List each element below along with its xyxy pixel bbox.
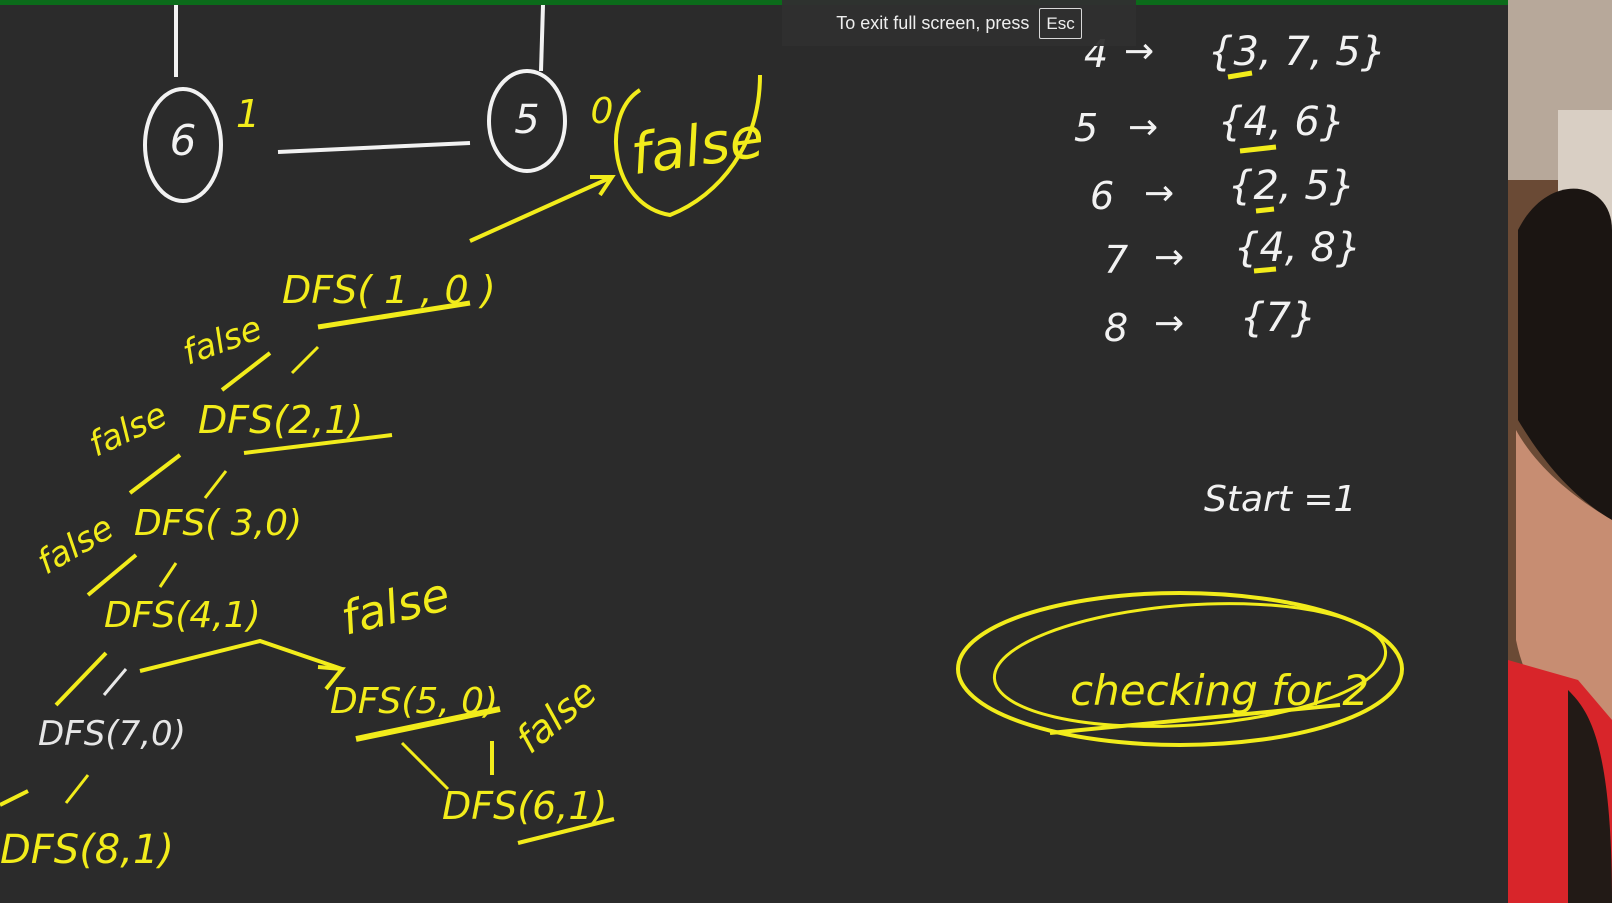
dfs-call-4-1: DFS(4,1) <box>104 595 261 636</box>
dfs-call-3-0: DFS( 3,0) <box>134 503 302 544</box>
edge-line <box>539 5 545 72</box>
graph-node-6: 6 1 <box>143 87 260 203</box>
return-note: false <box>336 567 455 646</box>
dfs-call-7-0: DFS(7,0) <box>38 714 186 754</box>
return-arrow <box>0 789 29 807</box>
arrow-icon: → <box>1144 173 1174 214</box>
checking-for-2-note: checking for 2 <box>956 591 1404 747</box>
arrow-icon: → <box>1128 107 1158 148</box>
result-false-circled: false <box>614 74 768 218</box>
arrow-icon: → <box>1154 237 1184 278</box>
call-edge <box>290 345 320 375</box>
return-note: false <box>508 670 606 762</box>
node-label: 5 <box>514 97 539 143</box>
webcam-overlay <box>1508 0 1612 903</box>
return-arrow <box>86 553 138 597</box>
edge-6-5 <box>277 141 471 154</box>
highlight-mark <box>1239 144 1277 154</box>
adj-node: 5 <box>1074 106 1098 150</box>
adj-neighbors: {4, 8} <box>1234 225 1361 271</box>
call-edge <box>400 741 450 791</box>
whiteboard-drawing: 6 1 5 0 false DFS( 1 , 0 ) false DFS(2,1… <box>0 5 1404 873</box>
return-arrow <box>128 453 182 495</box>
call-edge <box>158 562 178 588</box>
whiteboard-canvas: 6 1 5 0 false DFS( 1 , 0 ) false DFS(2,1… <box>0 5 1508 903</box>
adj-neighbors: {7} <box>1240 295 1316 341</box>
node-color-tag: 0 <box>591 91 614 132</box>
return-note: false <box>31 508 121 583</box>
arrow-icon: → <box>1154 303 1184 344</box>
adj-neighbors: {4, 6} <box>1218 99 1345 145</box>
adjacency-list: 4 → {3, 7, 5} 5 → {4, 6} 6 → {2, 5} 7 → … <box>1074 29 1386 350</box>
call-edge <box>203 470 228 499</box>
call-arrow-to-5 <box>139 638 343 673</box>
return-note: false <box>83 395 173 465</box>
node-color-tag: 1 <box>236 92 260 136</box>
adj-node: 6 <box>1090 174 1114 218</box>
call-edge <box>64 774 90 804</box>
return-arrow <box>54 651 108 707</box>
dfs-call-8-1: DFS(8,1) <box>0 827 174 873</box>
toast-message: To exit full screen, press <box>836 12 1030 33</box>
adj-node: 8 <box>1104 306 1128 350</box>
node-label: 6 <box>170 116 197 165</box>
call-edge <box>102 668 128 696</box>
false-label: false <box>627 105 768 188</box>
highlight-mark <box>1253 266 1277 274</box>
adj-neighbors: {3, 7, 5} <box>1208 29 1386 75</box>
adj-node: 7 <box>1104 238 1128 282</box>
dfs-call-2-1: DFS(2,1) <box>198 398 363 442</box>
fullscreen-toast: To exit full screen, press Esc <box>782 0 1136 46</box>
return-arrow <box>469 175 613 243</box>
highlight-mark <box>1255 206 1275 214</box>
adj-neighbors: {2, 5} <box>1228 163 1355 209</box>
dfs-call-6-1: DFS(6,1) <box>442 784 607 828</box>
graph-node-5: 5 0 <box>487 69 614 173</box>
start-label: Start =1 <box>1204 479 1356 520</box>
person-avatar-image <box>1508 0 1612 903</box>
esc-key-badge: Esc <box>1039 7 1082 39</box>
